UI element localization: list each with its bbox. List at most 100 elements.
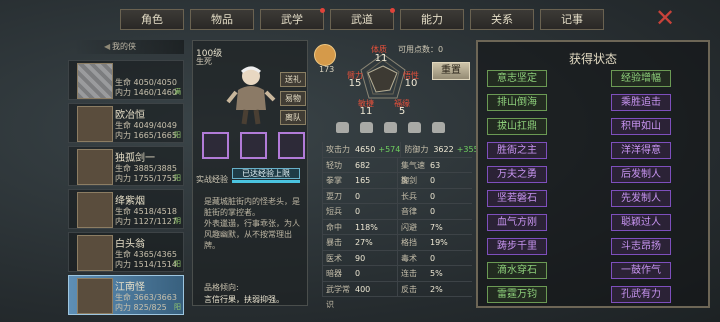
stat-cell: 攻击力 4650 +574 — [322, 142, 400, 157]
tab-martial-arts[interactable]: 武学 — [260, 8, 325, 30]
status-badge[interactable]: 胜衙之主 — [487, 142, 547, 159]
hero-mp: 内力 1514/1514 — [115, 260, 177, 269]
tab-character[interactable]: 角色 — [120, 9, 184, 30]
trade-button[interactable]: 易物 — [280, 91, 306, 106]
leave-party-button[interactable]: 离队 — [280, 110, 306, 125]
personality-value: 言信行果，扶弱抑强。 — [204, 295, 284, 304]
status-badge[interactable]: 踌步千里 — [487, 238, 547, 255]
stat-name: 长兵 — [401, 191, 417, 201]
status-badge[interactable]: 乘胜追击 — [611, 94, 671, 111]
points-value: 0 — [438, 45, 444, 54]
hero-tag: 阳 — [174, 260, 181, 268]
hero-avatar — [77, 235, 113, 271]
status-badge[interactable]: 洋洋得意 — [611, 142, 671, 159]
skill-slot-armor-icon[interactable] — [240, 132, 267, 159]
skill-slot-scroll-icon[interactable] — [202, 132, 229, 159]
status-badge[interactable]: 聪颖过人 — [611, 214, 671, 231]
hero-list-item-selected[interactable]: 江南怪 生命 3663/3663 内力 825/825 阳 — [68, 275, 184, 315]
stat-value: 0 — [430, 253, 436, 263]
attr-agility-value: 11 — [359, 106, 373, 117]
stat-value: 5% — [430, 269, 443, 278]
stat-cell: 闪避 7% — [397, 219, 472, 234]
skill-slot-hidden-weapon-icon[interactable] — [278, 132, 305, 159]
tab-label: 记事 — [561, 13, 583, 26]
hero-tag: 满 — [174, 88, 181, 96]
hero-name: 独孤剑一 — [115, 153, 155, 164]
stat-value: 2% — [430, 284, 443, 294]
stat-cell: 暗器 0 — [322, 266, 397, 281]
lock-icon[interactable] — [336, 122, 349, 133]
status-badge[interactable]: 雷霆万钧 — [487, 286, 547, 303]
stat-row: 拳掌 165 御剑 0 — [322, 173, 472, 189]
stat-row: 暗器 0 连击 5% — [322, 266, 472, 282]
stat-value: 682 — [355, 160, 371, 170]
stat-name: 武学常识 — [326, 284, 350, 309]
stat-cell: 医术 90 — [322, 250, 397, 265]
stat-value: 4650 — [355, 145, 376, 154]
status-badge[interactable]: 积甲如山 — [611, 118, 671, 135]
stat-name: 拳掌 — [326, 176, 342, 185]
close-icon[interactable]: ✕ — [655, 6, 675, 30]
status-badge[interactable]: 坚若磐石 — [487, 190, 547, 207]
status-badge[interactable]: 血气方刚 — [487, 214, 547, 231]
status-badge[interactable]: 孔武有力 — [611, 286, 671, 303]
status-badge[interactable]: 斗志昂扬 — [611, 238, 671, 255]
stat-name: 格挡 — [401, 238, 417, 247]
stat-name: 暗器 — [326, 269, 342, 278]
hero-list-header[interactable]: ◀ 我的侠 — [74, 40, 184, 54]
status-badge[interactable]: 一鼓作气 — [611, 262, 671, 279]
stat-name: 暴击 — [326, 238, 342, 247]
stat-row: 耍刀 0 长兵 0 — [322, 188, 472, 204]
status-badge[interactable]: 拔山扛鼎 — [487, 118, 547, 135]
bio-line: 是藏城脏街内的怪老头，是脏街的掌控者。 — [204, 197, 300, 217]
status-badge[interactable]: 后发制人 — [611, 166, 671, 183]
status-badge[interactable]: 先发制人 — [611, 190, 671, 207]
tab-label: 武学 — [281, 13, 303, 26]
lock-icon[interactable] — [408, 122, 421, 133]
hero-avatar — [77, 192, 113, 228]
status-badge[interactable]: 排山倒海 — [487, 94, 547, 111]
tab-journal[interactable]: 记事 — [540, 9, 604, 30]
stat-value: 0 — [430, 191, 436, 201]
stat-value: 7% — [430, 222, 443, 232]
hero-list-item[interactable]: 欧冶恒 生命 4049/4049 内力 1665/1665 阳 — [68, 103, 184, 143]
stat-cell: 格挡 19% — [397, 235, 472, 250]
hero-mp: 内力 1665/1665 — [115, 131, 177, 140]
status-grid: 意志坚定 经验增幅 排山倒海 乘胜追击 拔山扛鼎 积甲如山 胜衙之主 洋洋得意 … — [487, 70, 671, 303]
hero-avatar — [77, 63, 113, 99]
tab-label: 物品 — [211, 13, 233, 26]
hero-list-item[interactable]: 绛紫烟 生命 4518/4518 内力 1127/1127 阴 — [68, 189, 184, 229]
attr-luck-value: 5 — [398, 106, 406, 117]
status-badge[interactable]: 经验增幅 — [611, 70, 671, 87]
hero-tag: 阳 — [174, 174, 181, 182]
hero-list-item[interactable]: 独孤剑一 生命 3885/3885 内力 1755/1755 阳 — [68, 146, 184, 186]
stat-cell: 暴击 27% — [322, 235, 397, 250]
reset-button[interactable]: 重置 — [432, 62, 470, 80]
stat-name: 医术 — [326, 253, 342, 263]
status-badge[interactable]: 万夫之勇 — [487, 166, 547, 183]
gift-button[interactable]: 送礼 — [280, 72, 306, 87]
stat-name: 攻击力 — [326, 145, 350, 154]
lock-icon[interactable] — [360, 122, 373, 133]
lock-icon[interactable] — [432, 122, 445, 133]
exp-bar-fill — [232, 180, 300, 183]
tab-martial-way[interactable]: 武道 — [330, 8, 395, 30]
stat-bonus: +574 — [378, 145, 401, 154]
tab-items[interactable]: 物品 — [190, 9, 254, 30]
hero-mp: 内力 1127/1127 — [115, 217, 177, 226]
attr-comprehension-value: 10 — [404, 78, 418, 89]
stat-cell: 集气速度 63 — [397, 157, 472, 185]
stat-name: 反击 — [401, 284, 417, 294]
stat-cell: 武学常识 400 — [322, 281, 397, 309]
hero-name: 绛紫烟 — [115, 196, 145, 207]
hero-list-item[interactable]: 生命 4050/4050 内力 1460/1460 满 — [68, 60, 184, 100]
lock-icon[interactable] — [384, 122, 397, 133]
hero-avatar — [77, 106, 113, 142]
status-badge[interactable]: 滴水穿石 — [487, 262, 547, 279]
hero-list-item[interactable]: 白头翁 生命 4365/4365 内力 1514/1514 阳 — [68, 232, 184, 272]
status-badge[interactable]: 意志坚定 — [487, 70, 547, 87]
tab-relations[interactable]: 关系 — [470, 9, 534, 30]
tab-ability[interactable]: 能力 — [400, 9, 464, 30]
hero-tag: 阳 — [174, 303, 181, 311]
stat-value: 0 — [355, 269, 361, 278]
